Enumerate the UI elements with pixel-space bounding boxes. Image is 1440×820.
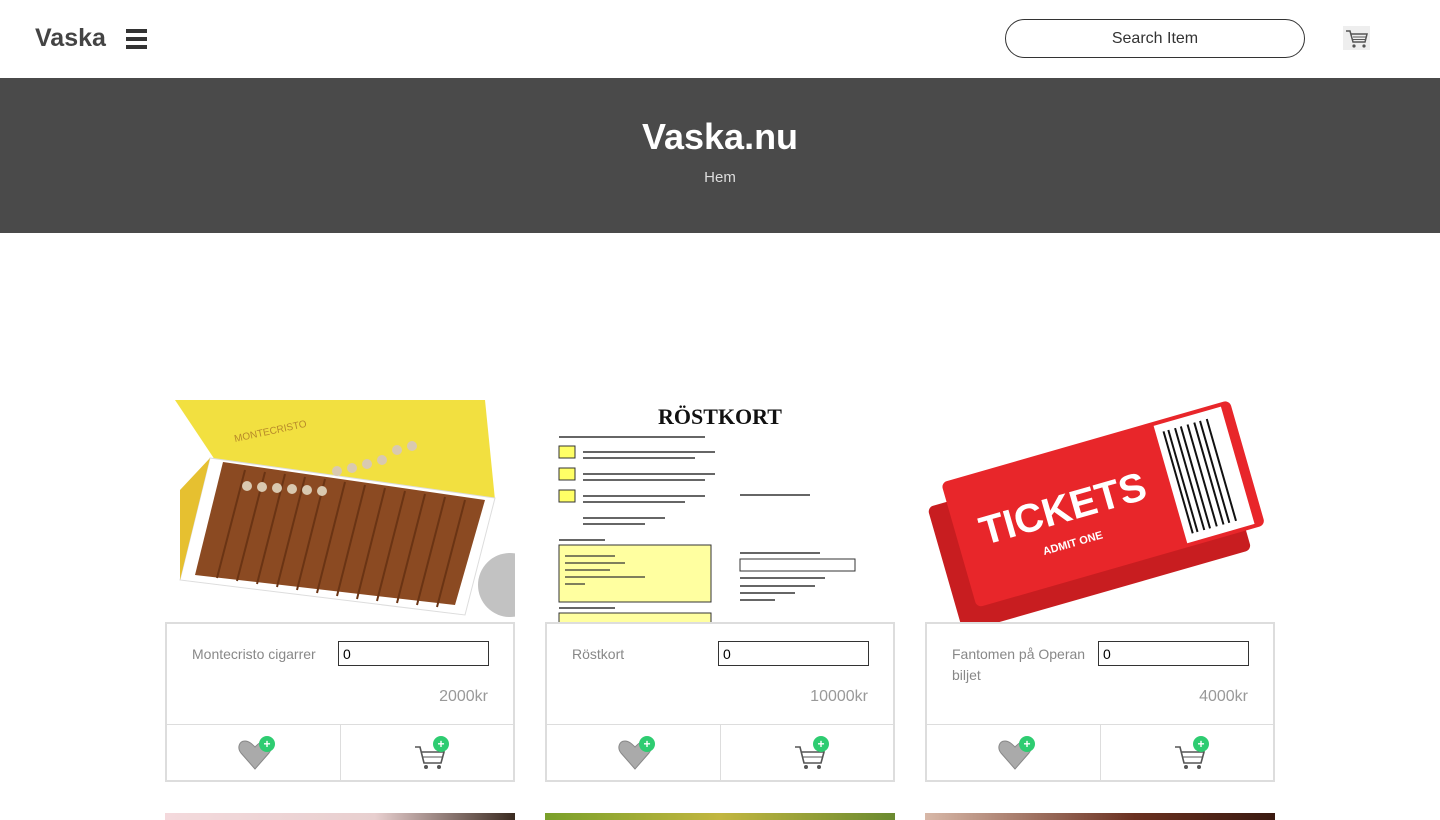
- svg-text:+: +: [263, 737, 270, 751]
- quantity-input[interactable]: [1098, 641, 1249, 666]
- product-image-cigars[interactable]: MONTECRISTO: [165, 400, 515, 622]
- product-price: 10000kr: [810, 688, 868, 705]
- product-image-partial[interactable]: [545, 813, 895, 820]
- rostkort-heading: RÖSTKORT: [658, 404, 782, 429]
- product-actions: + +: [547, 724, 893, 781]
- product-image-partial[interactable]: [165, 813, 515, 820]
- heart-plus-icon: +: [238, 736, 275, 770]
- quantity-input[interactable]: [718, 641, 869, 666]
- cart-icon[interactable]: [1343, 26, 1370, 50]
- cart-plus-icon: +: [415, 736, 449, 769]
- product-info: Montecristo cigarrer 2000kr + +: [165, 622, 515, 782]
- product-actions: + +: [927, 724, 1273, 781]
- product-name: Montecristo cigarrer: [192, 646, 316, 662]
- product-price: 2000kr: [439, 688, 488, 705]
- product-name: Fantomen på Operan biljet: [952, 646, 1086, 683]
- breadcrumb[interactable]: Hem: [0, 169, 1440, 186]
- add-to-wishlist-button[interactable]: +: [927, 725, 1100, 781]
- svg-text:+: +: [817, 737, 824, 751]
- product-info: Röstkort 10000kr + +: [545, 622, 895, 782]
- hero-banner: Vaska.nu Hem: [0, 78, 1440, 233]
- brand-logo[interactable]: Vaska: [35, 24, 106, 53]
- cart-plus-icon: +: [1175, 736, 1209, 769]
- heart-plus-icon: +: [998, 736, 1035, 770]
- svg-text:+: +: [437, 737, 444, 751]
- product-image-tickets[interactable]: TICKETS ADMIT ONE: [925, 400, 1275, 622]
- product-actions: + +: [167, 724, 513, 781]
- cart-plus-icon: +: [795, 736, 829, 769]
- product-info: Fantomen på Operan biljet 4000kr + +: [925, 622, 1275, 782]
- add-to-wishlist-button[interactable]: +: [547, 725, 720, 781]
- quantity-input[interactable]: [338, 641, 489, 666]
- search-input[interactable]: [1005, 19, 1305, 58]
- add-to-wishlist-button[interactable]: +: [167, 725, 340, 781]
- menu-icon[interactable]: [126, 29, 147, 49]
- heart-plus-icon: +: [618, 736, 655, 770]
- svg-text:+: +: [1023, 737, 1030, 751]
- product-image-partial[interactable]: [925, 813, 1275, 820]
- product-card: TICKETS ADMIT ONE Fantomen på Operan bil…: [925, 400, 1275, 782]
- add-to-cart-button[interactable]: +: [1100, 725, 1273, 781]
- product-card: RÖSTKORT Röstkort 10000kr: [545, 400, 895, 782]
- svg-text:+: +: [1197, 737, 1204, 751]
- top-navbar: Vaska: [0, 0, 1440, 78]
- page-title: Vaska.nu: [641, 116, 799, 157]
- product-price: 4000kr: [1199, 688, 1248, 705]
- add-to-cart-button[interactable]: +: [340, 725, 513, 781]
- add-to-cart-button[interactable]: +: [720, 725, 893, 781]
- product-image-rostkort[interactable]: RÖSTKORT: [545, 400, 895, 622]
- product-card: MONTECRISTO Montecristo cigarrer 0 2000k…: [165, 400, 515, 782]
- product-name: Röstkort: [572, 646, 625, 662]
- svg-text:+: +: [643, 737, 650, 751]
